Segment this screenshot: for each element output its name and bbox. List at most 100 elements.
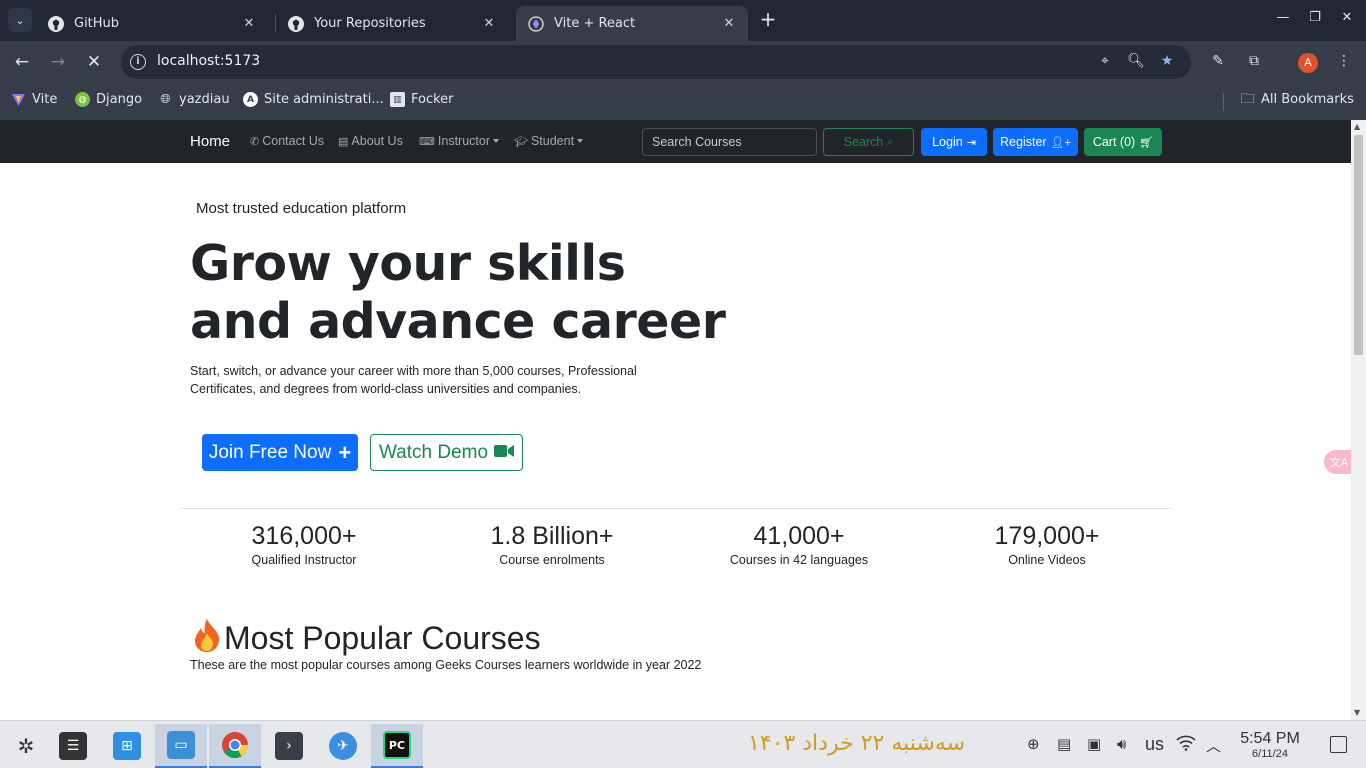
scrollbar-thumb[interactable] — [1354, 135, 1363, 355]
tab-search-chevron-icon[interactable]: ⌄ — [8, 8, 32, 32]
clock-time: 5:54 PM — [1240, 730, 1300, 747]
site-info-icon[interactable]: i — [130, 54, 146, 70]
caret-down-icon — [493, 139, 499, 143]
nav-about-us[interactable]: ▤ About Us — [338, 134, 403, 148]
update-notifier-icon[interactable]: ⊕ — [1027, 735, 1040, 753]
github-icon — [48, 15, 64, 32]
caret-down-icon — [577, 139, 584, 143]
system-clock[interactable]: 5:54 PM 6/11/24 — [1234, 730, 1306, 761]
url-text[interactable]: localhost:5173 — [157, 53, 260, 69]
nav-label: About Us — [351, 134, 403, 148]
video-camera-icon — [494, 442, 515, 464]
hero-eyebrow: Most trusted education platform — [196, 200, 407, 217]
taskbar-network-app[interactable]: ✈ — [317, 724, 369, 768]
hero-title: Grow your skills and advance career — [190, 235, 726, 351]
hero-subtitle: Start, switch, or advance your career wi… — [190, 364, 637, 396]
kebab-menu-icon[interactable]: ⋮ — [1335, 53, 1353, 71]
taskbar-discover[interactable]: ⊞ — [101, 724, 153, 768]
close-tab-icon[interactable]: ✕ — [480, 16, 498, 31]
translate-icon[interactable]: 文A — [1324, 450, 1351, 474]
popular-courses-subtitle: These are the most popular courses among… — [190, 658, 702, 672]
vite-icon — [528, 15, 544, 32]
chalkboard-icon: ⌨ — [419, 136, 435, 148]
taskbar-pycharm[interactable]: PC — [371, 724, 423, 768]
terminal-icon: › — [275, 732, 303, 760]
tab-your-repositories[interactable]: Your Repositories ✕ — [276, 6, 508, 41]
forward-arrow-icon[interactable]: → — [47, 51, 69, 73]
phone-icon: ✆ — [250, 136, 260, 148]
search-courses-input[interactable]: Search Courses — [642, 128, 817, 156]
extensions-puzzle-icon[interactable]: ⧉ — [1245, 53, 1263, 71]
back-arrow-icon[interactable]: ← — [11, 51, 33, 73]
os-taskbar: ✲ ☰ ⊞ ▭ › ✈ PC سه‌شنبه ۲۲ خرداد ۱۴۰۳ ⊕ ▤… — [0, 720, 1366, 768]
vite-icon — [11, 92, 26, 107]
close-tab-icon[interactable]: ✕ — [240, 16, 258, 31]
taskbar-settings[interactable]: ☰ — [47, 724, 99, 768]
stop-loading-icon[interactable]: ✕ — [83, 51, 105, 73]
tab-github[interactable]: GitHub ✕ — [36, 6, 268, 41]
clipboard-icon[interactable]: ▤ — [1057, 735, 1071, 753]
stat-label: Course enrolments — [499, 553, 605, 567]
bookmark-focker[interactable]: ▥ Focker — [390, 92, 454, 107]
persian-date: سه‌شنبه ۲۲ خرداد ۱۴۰۳ — [748, 731, 966, 756]
address-bar[interactable]: i localhost:5173 ⌖ 🔍︎ ★ — [121, 45, 1191, 79]
new-tab-plus-icon[interactable]: + — [757, 9, 779, 31]
bookmark-star-icon[interactable]: ★ — [1158, 53, 1176, 71]
button-label: Search — [843, 135, 884, 149]
taskbar-file-manager[interactable]: ▭ — [155, 724, 207, 768]
wifi-icon[interactable] — [1176, 735, 1196, 755]
bookmark-vite[interactable]: Vite — [11, 92, 57, 107]
stat-label: Online Videos — [1008, 553, 1086, 567]
profile-avatar[interactable]: A — [1298, 53, 1318, 73]
taskbar-terminal[interactable]: › — [263, 724, 315, 768]
scroll-up-arrow-icon[interactable]: ▲ — [1354, 122, 1360, 131]
cart-button[interactable]: Cart (0) 🛒︎ — [1084, 128, 1162, 156]
pycharm-icon: PC — [383, 731, 411, 759]
volume-icon[interactable]: 🔊︎ — [1117, 735, 1126, 753]
app-launcher[interactable]: ✲ — [0, 724, 52, 768]
minimize-icon[interactable]: — — [1273, 10, 1293, 25]
location-pin-icon[interactable]: ⌖ — [1096, 53, 1114, 71]
bookmark-label: Site administrati... — [264, 92, 384, 107]
close-window-icon[interactable]: ✕ — [1337, 10, 1357, 25]
taskbar-chrome[interactable] — [209, 724, 261, 768]
nav-instructor-dropdown[interactable]: ⌨ Instructor — [419, 134, 499, 148]
chevron-up-icon[interactable]: ︿ — [1206, 735, 1221, 756]
watch-demo-button[interactable]: Watch Demo — [370, 434, 523, 471]
nav-label: Contact Us — [262, 134, 325, 148]
section-divider — [181, 508, 1171, 509]
scroll-down-arrow-icon[interactable]: ▼ — [1354, 708, 1360, 717]
bookmark-yazdiau[interactable]: 🌐︎ yazdiau — [158, 92, 230, 107]
zoom-magnifier-icon[interactable]: 🔍︎ — [1127, 53, 1145, 71]
login-button[interactable]: Login ⇥ — [921, 128, 987, 156]
keyboard-layout[interactable]: us — [1145, 734, 1164, 755]
nav-contact-us[interactable]: ✆ Contact Us — [250, 134, 324, 148]
join-free-now-button[interactable]: Join Free Now + — [202, 434, 358, 471]
popular-courses-heading: Most Popular Courses — [190, 617, 541, 662]
search-button[interactable]: Search ⌕ — [823, 128, 914, 156]
user-plus-icon: 👤︎+ — [1050, 136, 1071, 149]
search-icon: ⌕ — [887, 135, 894, 148]
stat-value: 316,000+ — [251, 522, 357, 550]
bookmark-django[interactable]: ◍ Django — [75, 92, 142, 107]
close-tab-icon[interactable]: ✕ — [720, 16, 738, 31]
tab-vite-react[interactable]: Vite + React ✕ — [516, 6, 748, 41]
bookmark-site-administration[interactable]: A Site administrati... — [243, 92, 384, 107]
vault-icon[interactable]: ▣ — [1087, 735, 1101, 753]
tab-title: GitHub — [74, 16, 120, 31]
bookmark-label: yazdiau — [179, 92, 230, 107]
button-label: Join Free Now — [208, 441, 332, 463]
stat-label: Courses in 42 languages — [729, 553, 869, 567]
register-button[interactable]: Register 👤︎+ — [993, 128, 1078, 156]
page-viewport: Home ✆ Contact Us ▤ About Us ⌨ Instructor 🎓… — [0, 120, 1351, 720]
fire-icon — [190, 617, 224, 662]
navbar-brand-home[interactable]: Home — [190, 133, 230, 150]
all-bookmarks-folder[interactable]: 🗀 All Bookmarks — [1240, 91, 1354, 108]
show-desktop-icon[interactable] — [1330, 736, 1347, 753]
site-navbar: Home ✆ Contact Us ▤ About Us ⌨ Instructor 🎓… — [0, 120, 1351, 163]
stat-label: Qualified Instructor — [251, 553, 357, 567]
nav-student-dropdown[interactable]: 🎓︎ Student — [514, 134, 584, 148]
page-scrollbar[interactable]: ▲ ▼ — [1351, 120, 1366, 720]
restore-icon[interactable]: ❐ — [1305, 10, 1325, 25]
edit-pencil-icon[interactable]: ✎ — [1209, 53, 1227, 71]
